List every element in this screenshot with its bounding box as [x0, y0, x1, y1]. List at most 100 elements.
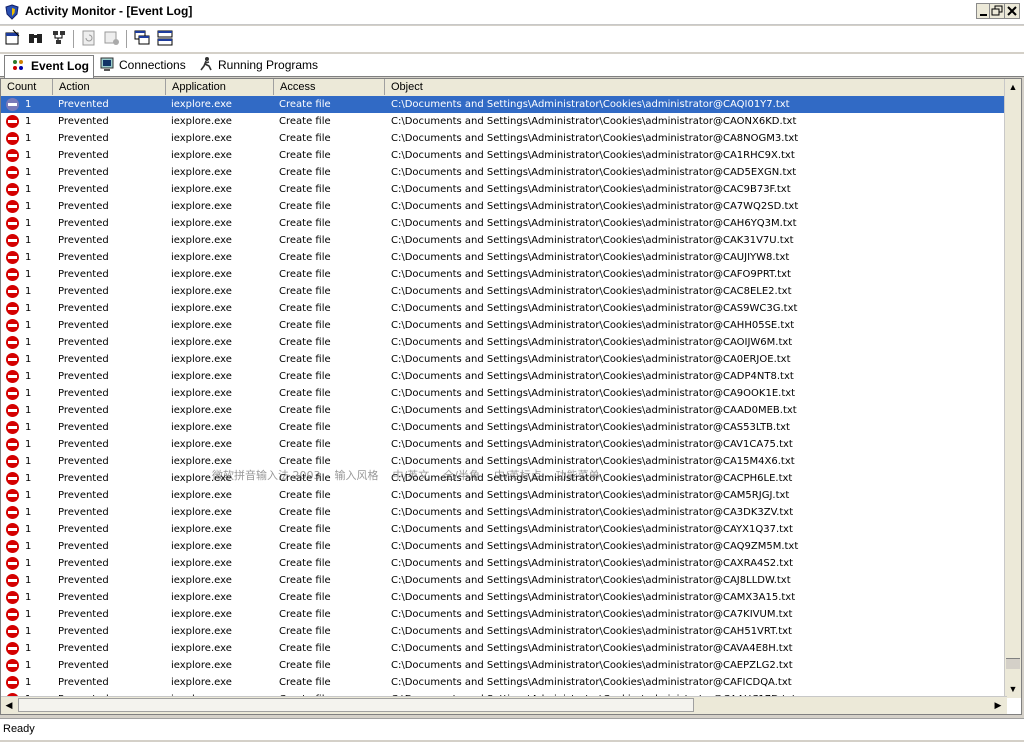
- table-row[interactable]: 1 Prevented iexplore.exe Create file C:\Docu…: [1, 674, 1007, 691]
- table-row[interactable]: 1 Prevented iexplore.exe Create file C:\Docu…: [1, 385, 1007, 402]
- tab-connections[interactable]: Connections: [99, 55, 186, 76]
- ime-item[interactable]: 功能菜单: [556, 469, 600, 482]
- close-button[interactable]: [1004, 3, 1020, 19]
- cell-access: Create file: [279, 286, 331, 297]
- vertical-scrollbar[interactable]: ▲ ▼: [1004, 79, 1021, 698]
- properties-icon[interactable]: [4, 29, 22, 47]
- ime-item[interactable]: 中/英标点: [494, 469, 542, 482]
- table-row[interactable]: 1 Prevented iexplore.exe Create file C:\Docu…: [1, 130, 1007, 147]
- table-row[interactable]: 1 Prevented iexplore.exe Create file C:\Docu…: [1, 623, 1007, 640]
- cell-object: C:\Documents and Settings\Administrator\…: [391, 422, 790, 433]
- table-row[interactable]: 1 Prevented iexplore.exe Create file C:\Docu…: [1, 266, 1007, 283]
- cell-count: 1: [25, 167, 32, 178]
- list-rows: 1 Prevented iexplore.exe Create file C:\Docu…: [1, 96, 1007, 698]
- scroll-right-button[interactable]: ▶: [990, 697, 1006, 713]
- tile-icon[interactable]: [156, 29, 174, 47]
- tab-event-log[interactable]: Event Log: [4, 55, 95, 78]
- table-row[interactable]: 1 Prevented iexplore.exe Create file C:\Docu…: [1, 589, 1007, 606]
- table-row[interactable]: 1 Prevented iexplore.exe Create file C:\Docu…: [1, 164, 1007, 181]
- ime-item[interactable]: 微软拼音输入法 2003: [212, 469, 321, 482]
- table-row[interactable]: 1 Prevented iexplore.exe Create file C:\Docu…: [1, 96, 1005, 113]
- table-row[interactable]: 1 Prevented iexplore.exe Create file C:\Docu…: [1, 606, 1007, 623]
- column-header-application[interactable]: Application: [166, 79, 274, 95]
- cell-action: Prevented: [58, 507, 109, 518]
- cell-access: Create file: [279, 490, 331, 501]
- ime-toolbar[interactable]: 微软拼音输入法 2003 输入风格 中/英文 全/半角 中/英标点 功能菜单: [212, 467, 772, 484]
- table-row[interactable]: 1 Prevented iexplore.exe Create file C:\Docu…: [1, 436, 1007, 453]
- table-row[interactable]: 1 Prevented iexplore.exe Create file C:\Docu…: [1, 181, 1007, 198]
- table-row[interactable]: 1 Prevented iexplore.exe Create file C:\Docu…: [1, 538, 1007, 555]
- cell-application: iexplore.exe: [171, 541, 232, 552]
- ime-item[interactable]: 输入风格: [335, 469, 379, 482]
- table-row[interactable]: 1 Prevented iexplore.exe Create file C:\Docu…: [1, 283, 1007, 300]
- table-row[interactable]: 1 Prevented iexplore.exe Create file C:\Docu…: [1, 657, 1007, 674]
- scroll-up-button[interactable]: ▲: [1005, 79, 1021, 95]
- scroll-down-button[interactable]: ▼: [1005, 681, 1021, 697]
- tab-running-programs[interactable]: Running Programs: [198, 55, 318, 76]
- prevented-icon: [6, 149, 19, 162]
- cell-count: 1: [25, 541, 32, 552]
- cell-count: 1: [25, 626, 32, 637]
- table-row[interactable]: 1 Prevented iexplore.exe Create file C:\Docu…: [1, 572, 1007, 589]
- table-row[interactable]: 1 Prevented iexplore.exe Create file C:\Docu…: [1, 419, 1007, 436]
- prevented-icon: [6, 387, 19, 400]
- find-icon[interactable]: [27, 29, 45, 47]
- cell-count: 1: [25, 490, 32, 501]
- cell-object: C:\Documents and Settings\Administrator\…: [391, 388, 796, 399]
- prevented-icon: [6, 421, 19, 434]
- table-row[interactable]: 1 Prevented iexplore.exe Create file C:\Docu…: [1, 198, 1007, 215]
- clear-icon[interactable]: [103, 29, 121, 47]
- ime-item[interactable]: 中/英文: [393, 469, 430, 482]
- table-row[interactable]: 1 Prevented iexplore.exe Create file C:\Docu…: [1, 215, 1007, 232]
- scroll-left-button[interactable]: ◀: [1, 697, 17, 713]
- column-header-action[interactable]: Action: [53, 79, 166, 95]
- prevented-icon: [6, 506, 19, 519]
- cell-application: iexplore.exe: [171, 524, 232, 535]
- cell-count: 1: [25, 439, 32, 450]
- column-header-access[interactable]: Access: [274, 79, 385, 95]
- table-row[interactable]: 1 Prevented iexplore.exe Create file C:\Docu…: [1, 232, 1007, 249]
- prevented-icon: [6, 472, 19, 485]
- cell-object: C:\Documents and Settings\Administrator\…: [391, 541, 799, 552]
- horizontal-scroll-thumb[interactable]: [18, 698, 694, 712]
- table-row[interactable]: 1 Prevented iexplore.exe Create file C:\Docu…: [1, 317, 1007, 334]
- vertical-scroll-thumb[interactable]: [1006, 658, 1020, 669]
- cascade-icon[interactable]: [133, 29, 151, 47]
- cell-action: Prevented: [58, 99, 109, 110]
- table-row[interactable]: 1 Prevented iexplore.exe Create file C:\Docu…: [1, 555, 1007, 572]
- table-row[interactable]: 1 Prevented iexplore.exe Create file C:\Docu…: [1, 504, 1007, 521]
- table-row[interactable]: 1 Prevented iexplore.exe Create file C:\Docu…: [1, 487, 1007, 504]
- refresh-icon[interactable]: [80, 29, 98, 47]
- window-title: Activity Monitor - [Event Log]: [25, 4, 193, 18]
- ime-item[interactable]: 全/半角: [443, 469, 480, 482]
- table-row[interactable]: 1 Prevented iexplore.exe Create file C:\Docu…: [1, 249, 1007, 266]
- table-row[interactable]: 1 Prevented iexplore.exe Create file C:\Docu…: [1, 521, 1007, 538]
- cell-application: iexplore.exe: [171, 388, 232, 399]
- table-row[interactable]: 1 Prevented iexplore.exe Create file C:\Docu…: [1, 300, 1007, 317]
- cell-action: Prevented: [58, 473, 109, 484]
- table-row[interactable]: 1 Prevented iexplore.exe Create file C:\Docu…: [1, 402, 1007, 419]
- table-row[interactable]: 1 Prevented iexplore.exe Create file C:\Docu…: [1, 351, 1007, 368]
- cell-access: Create file: [279, 133, 331, 144]
- table-row[interactable]: 1 Prevented iexplore.exe Create file C:\Docu…: [1, 640, 1007, 657]
- horizontal-scrollbar[interactable]: ◀ ▶: [1, 696, 1007, 714]
- column-header-object[interactable]: Object: [385, 79, 1007, 95]
- cell-object: C:\Documents and Settings\Administrator\…: [391, 99, 790, 110]
- table-row[interactable]: 1 Prevented iexplore.exe Create file C:\Docu…: [1, 334, 1007, 351]
- cell-object: C:\Documents and Settings\Administrator\…: [391, 252, 790, 263]
- list-header: Count Action Application Access Object: [1, 79, 1007, 97]
- prevented-icon: [6, 489, 19, 502]
- prevented-icon: [6, 404, 19, 417]
- cell-action: Prevented: [58, 558, 109, 569]
- restore-button[interactable]: [989, 3, 1005, 19]
- column-header-count[interactable]: Count: [1, 79, 53, 95]
- cell-object: C:\Documents and Settings\Administrator\…: [391, 269, 791, 280]
- cell-action: Prevented: [58, 201, 109, 212]
- table-row[interactable]: 1 Prevented iexplore.exe Create file C:\Docu…: [1, 368, 1007, 385]
- prevented-icon: [6, 625, 19, 638]
- network-icon[interactable]: [50, 29, 68, 47]
- event-log-list[interactable]: Count Action Application Access Object 1…: [0, 78, 1022, 715]
- table-row[interactable]: 1 Prevented iexplore.exe Create file C:\Docu…: [1, 113, 1007, 130]
- table-row[interactable]: 1 Prevented iexplore.exe Create file C:\Docu…: [1, 147, 1007, 164]
- cell-count: 1: [25, 133, 32, 144]
